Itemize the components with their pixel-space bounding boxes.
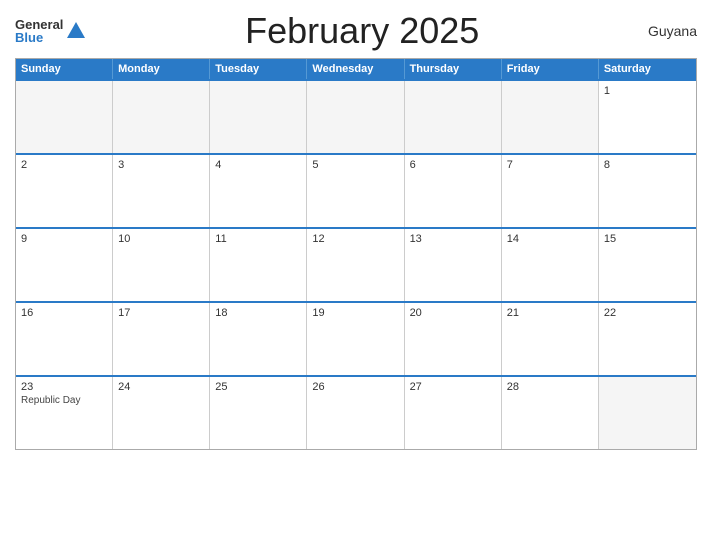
day-number: 2 <box>21 159 107 171</box>
calendar-cell: 26 <box>307 377 404 449</box>
day-number: 18 <box>215 307 301 319</box>
day-number: 11 <box>215 233 301 245</box>
calendar-week-row: 16 17 18 19 20 21 22 <box>16 301 696 375</box>
calendar-cell: 5 <box>307 155 404 227</box>
page-title: February 2025 <box>87 10 637 52</box>
day-number: 25 <box>215 381 301 393</box>
page: General Blue February 2025 Guyana Sunday… <box>0 0 712 550</box>
day-number: 9 <box>21 233 107 245</box>
logo-blue-text: Blue <box>15 31 63 44</box>
calendar-cell: 9 <box>16 229 113 301</box>
calendar-cell: 22 <box>599 303 696 375</box>
calendar-cell: 23 Republic Day <box>16 377 113 449</box>
calendar: SundayMondayTuesdayWednesdayThursdayFrid… <box>15 58 697 450</box>
day-number: 12 <box>312 233 398 245</box>
calendar-header-row: SundayMondayTuesdayWednesdayThursdayFrid… <box>16 59 696 79</box>
calendar-cell: 6 <box>405 155 502 227</box>
calendar-cell: 1 <box>599 81 696 153</box>
day-number: 3 <box>118 159 204 171</box>
calendar-cell <box>210 81 307 153</box>
calendar-cell: 7 <box>502 155 599 227</box>
calendar-header-cell: Tuesday <box>210 59 307 79</box>
day-event: Republic Day <box>21 395 107 406</box>
calendar-cell: 13 <box>405 229 502 301</box>
day-number: 17 <box>118 307 204 319</box>
calendar-header-cell: Saturday <box>599 59 696 79</box>
calendar-cell: 11 <box>210 229 307 301</box>
country-label: Guyana <box>637 23 697 39</box>
calendar-cell: 4 <box>210 155 307 227</box>
calendar-cell: 19 <box>307 303 404 375</box>
calendar-header-cell: Thursday <box>405 59 502 79</box>
day-number: 1 <box>604 85 691 97</box>
day-number: 26 <box>312 381 398 393</box>
logo-icon <box>65 20 87 42</box>
day-number: 20 <box>410 307 496 319</box>
day-number: 27 <box>410 381 496 393</box>
day-number: 6 <box>410 159 496 171</box>
calendar-cell: 18 <box>210 303 307 375</box>
calendar-cell: 14 <box>502 229 599 301</box>
calendar-cell: 25 <box>210 377 307 449</box>
calendar-week-row: 2345678 <box>16 153 696 227</box>
day-number: 5 <box>312 159 398 171</box>
calendar-cell <box>113 81 210 153</box>
calendar-cell: 15 <box>599 229 696 301</box>
calendar-cell: 3 <box>113 155 210 227</box>
calendar-body: 1234567891011121314151617181920212223Rep… <box>16 79 696 449</box>
calendar-cell: 27 <box>405 377 502 449</box>
calendar-cell: 10 <box>113 229 210 301</box>
calendar-week-row: 23 Republic Day 24 25 26 27 28 <box>16 375 696 449</box>
day-number: 14 <box>507 233 593 245</box>
calendar-header-cell: Friday <box>502 59 599 79</box>
calendar-header-cell: Wednesday <box>307 59 404 79</box>
calendar-cell <box>502 81 599 153</box>
day-number: 15 <box>604 233 691 245</box>
calendar-cell: 8 <box>599 155 696 227</box>
calendar-cell <box>16 81 113 153</box>
calendar-cell: 2 <box>16 155 113 227</box>
calendar-cell <box>307 81 404 153</box>
calendar-cell: 21 <box>502 303 599 375</box>
calendar-cell: 20 <box>405 303 502 375</box>
day-number: 21 <box>507 307 593 319</box>
day-number: 13 <box>410 233 496 245</box>
calendar-header-cell: Sunday <box>16 59 113 79</box>
calendar-cell <box>599 377 696 449</box>
day-number: 16 <box>21 307 107 319</box>
day-number: 24 <box>118 381 204 393</box>
calendar-header-cell: Monday <box>113 59 210 79</box>
day-number: 4 <box>215 159 301 171</box>
day-number: 22 <box>604 307 691 319</box>
logo: General Blue <box>15 18 87 44</box>
day-number: 8 <box>604 159 691 171</box>
calendar-week-row: 1 <box>16 79 696 153</box>
calendar-cell: 12 <box>307 229 404 301</box>
day-number: 23 <box>21 381 107 393</box>
day-number: 10 <box>118 233 204 245</box>
day-number: 28 <box>507 381 593 393</box>
calendar-cell: 24 <box>113 377 210 449</box>
day-number: 7 <box>507 159 593 171</box>
calendar-cell <box>405 81 502 153</box>
calendar-cell: 16 <box>16 303 113 375</box>
calendar-cell: 17 <box>113 303 210 375</box>
calendar-cell: 28 <box>502 377 599 449</box>
day-number: 19 <box>312 307 398 319</box>
calendar-week-row: 9 10 11 12 13 14 15 <box>16 227 696 301</box>
header: General Blue February 2025 Guyana <box>15 10 697 52</box>
